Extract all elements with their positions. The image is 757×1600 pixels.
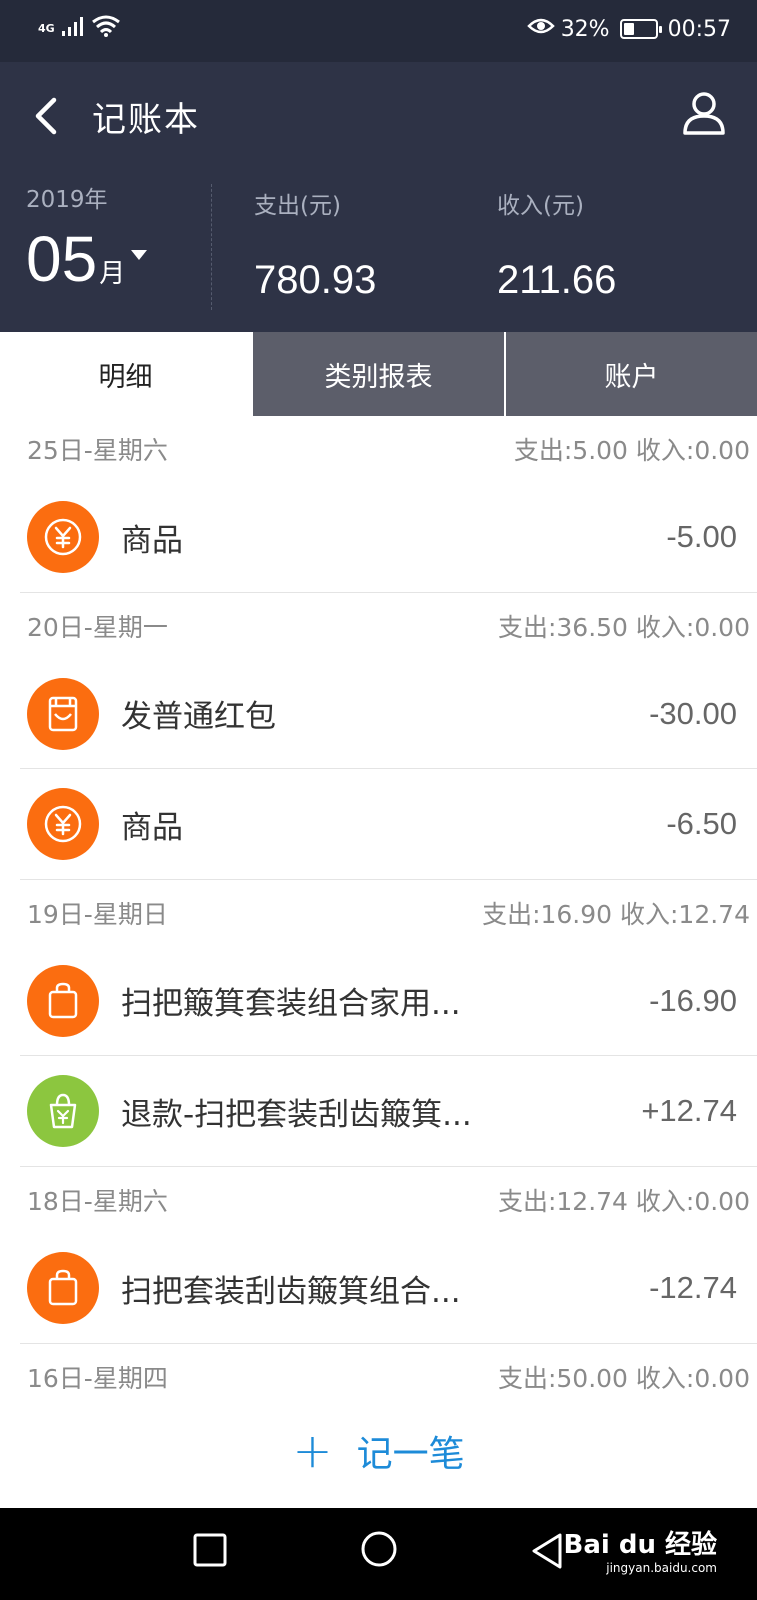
app-header: 记账本 2019年 05 月 支出(元) 780.93 收入(元) 211.66 xyxy=(0,62,757,332)
plus-icon: + xyxy=(292,1423,333,1479)
watermark-main: Bai du 经验 xyxy=(563,1530,718,1560)
transaction-amount: -16.90 xyxy=(649,982,737,1018)
add-entry-label: 记一笔 xyxy=(356,1434,465,1475)
transaction-title: 扫把簸箕套装组合家用... xyxy=(121,986,461,1022)
system-nav-bar: Bai du 经验 jingyan.baidu.com xyxy=(0,1508,757,1600)
tab-details[interactable]: 明细 xyxy=(0,332,251,416)
day-summary: 支出:16.90 收入:12.74 xyxy=(482,900,750,929)
transaction-amount: -30.00 xyxy=(649,695,737,731)
transaction-amount: -5.00 xyxy=(666,519,737,554)
profile-button[interactable] xyxy=(681,90,727,136)
day-header: 25日-星期六 支出:5.00 收入:0.00 xyxy=(20,416,757,482)
month-unit: 月 xyxy=(99,259,126,289)
shopping-bag-icon xyxy=(27,1252,99,1324)
transaction-row[interactable]: 退款-扫把套装刮齿簸箕... +12.74 xyxy=(20,1056,757,1166)
triangle-back-icon xyxy=(532,1533,562,1569)
wifi-icon xyxy=(91,14,121,42)
income-label: 收入(元) xyxy=(497,193,584,219)
page-title: 记账本 xyxy=(92,100,200,140)
day-summary: 支出:12.74 收入:0.00 xyxy=(497,1187,750,1216)
day-date: 19日-星期日 xyxy=(27,900,168,929)
tab-category-report[interactable]: 类别报表 xyxy=(251,332,504,416)
back-button[interactable] xyxy=(26,90,66,142)
tab-accounts[interactable]: 账户 xyxy=(504,332,757,416)
add-entry-button[interactable]: + 记一笔 xyxy=(0,1394,757,1508)
day-group: 20日-星期一 支出:36.50 收入:0.00 xyxy=(20,592,757,659)
network-type: 4G xyxy=(38,21,55,35)
expense-value: 780.93 xyxy=(254,258,377,302)
day-summary: 支出:5.00 收入:0.00 xyxy=(513,436,750,465)
square-icon xyxy=(193,1533,227,1567)
user-icon xyxy=(683,92,725,135)
status-bar: 4G 32% 00:57 xyxy=(0,0,757,62)
day-header: 20日-星期一 支出:36.50 收入:0.00 xyxy=(20,593,757,659)
day-summary: 支出:50.00 收入:0.00 xyxy=(497,1364,750,1393)
day-date: 18日-星期六 xyxy=(27,1187,168,1216)
day-header: 19日-星期日 支出:16.90 收入:12.74 xyxy=(20,880,757,946)
red-envelope-icon xyxy=(27,677,99,750)
refund-bag-icon xyxy=(27,1075,99,1147)
battery-icon xyxy=(619,19,662,39)
transaction-row[interactable]: 商品 -5.00 xyxy=(20,482,757,592)
eye-icon xyxy=(526,16,555,42)
day-group: 25日-星期六 支出:5.00 收入:0.00 xyxy=(20,416,757,482)
expense-summary: 支出(元) 780.93 xyxy=(254,186,376,303)
year-label: 2019年 xyxy=(26,187,108,213)
back-nav-button[interactable] xyxy=(530,1532,564,1574)
month-number: 05 xyxy=(26,223,98,295)
yuan-coin-icon xyxy=(27,501,99,573)
circle-icon xyxy=(361,1531,397,1567)
transaction-amount: +12.74 xyxy=(641,1093,737,1128)
transaction-row[interactable]: 发普通红包 -30.00 xyxy=(20,659,757,769)
day-group: 19日-星期日 支出:16.90 收入:12.74 xyxy=(20,879,757,946)
income-value: 211.66 xyxy=(497,258,617,302)
transaction-title: 商品 xyxy=(121,522,183,559)
transaction-list[interactable]: 25日-星期六 支出:5.00 收入:0.00 商品 -5.00 20日-星期一 支出:3… xyxy=(0,416,757,1394)
battery-level xyxy=(623,23,634,35)
status-left: 4G xyxy=(38,14,121,42)
shopping-bag-icon xyxy=(27,964,99,1037)
day-summary: 支出:36.50 收入:0.00 xyxy=(497,613,750,642)
day-date: 25日-星期六 xyxy=(27,436,168,465)
transaction-title: 商品 xyxy=(121,809,183,846)
day-date: 16日-星期四 xyxy=(27,1364,168,1393)
day-group: 16日-星期四 支出:50.00 收入:0.00 xyxy=(20,1343,757,1394)
recent-apps-button[interactable] xyxy=(192,1532,228,1572)
header-divider xyxy=(211,184,212,310)
month-dropdown[interactable]: 05 月 xyxy=(26,223,148,295)
status-right: 32% 00:57 xyxy=(526,16,731,42)
month-selector[interactable]: 2019年 05 月 xyxy=(26,180,148,295)
day-header: 18日-星期六 支出:12.74 收入:0.00 xyxy=(20,1167,757,1233)
expense-label: 支出(元) xyxy=(254,193,341,219)
battery-percent: 32% xyxy=(560,16,610,42)
day-date: 20日-星期一 xyxy=(27,613,168,642)
transaction-amount: -6.50 xyxy=(666,806,737,841)
watermark-sub: jingyan.baidu.com xyxy=(606,1561,717,1575)
tab-bar: 明细 类别报表 账户 xyxy=(0,332,757,416)
yuan-coin-icon xyxy=(27,788,99,860)
transaction-row[interactable]: 商品 -6.50 xyxy=(20,769,757,879)
day-group: 18日-星期六 支出:12.74 收入:0.00 xyxy=(20,1166,757,1233)
clock: 00:57 xyxy=(667,16,731,42)
transaction-row[interactable]: 扫把簸箕套装组合家用... -16.90 xyxy=(20,946,757,1056)
signal-icon xyxy=(61,15,87,41)
transaction-title: 扫把套装刮齿簸箕组合... xyxy=(121,1273,461,1310)
transaction-amount: -12.74 xyxy=(649,1270,737,1305)
transaction-row[interactable]: 扫把套装刮齿簸箕组合... -12.74 xyxy=(20,1233,757,1343)
watermark: Bai du 经验 jingyan.baidu.com xyxy=(564,1524,718,1575)
home-button[interactable] xyxy=(360,1530,398,1572)
chevron-left-icon xyxy=(35,97,57,135)
transaction-title: 发普通红包 xyxy=(121,699,276,735)
caret-down-icon xyxy=(131,250,148,260)
income-summary: 收入(元) 211.66 xyxy=(497,186,616,303)
day-header: 16日-星期四 支出:50.00 收入:0.00 xyxy=(20,1344,757,1394)
transaction-title: 退款-扫把套装刮齿簸箕... xyxy=(121,1096,472,1133)
